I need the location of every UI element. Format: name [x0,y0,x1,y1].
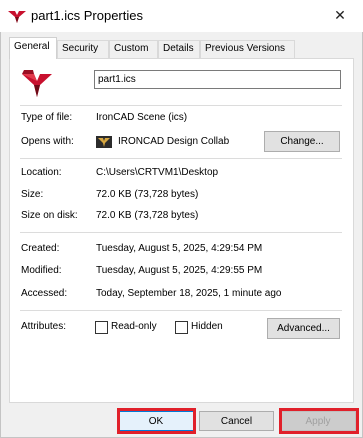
title-bar: part1.ics Properties ✕ [0,0,363,32]
location-value: C:\Users\CRTVM1\Desktop [96,167,219,178]
created-value: Tuesday, August 5, 2025, 4:29:54 PM [96,243,263,254]
type-of-file-label: Type of file: [21,112,73,123]
size-value: 72.0 KB (73,728 bytes) [96,189,199,200]
tab-general[interactable]: General [9,37,57,59]
size-label: Size: [21,189,44,200]
tab-custom[interactable]: Custom [109,40,158,58]
tab-previous-versions[interactable]: Previous Versions [200,40,295,58]
modified-value: Tuesday, August 5, 2025, 4:29:55 PM [96,265,263,276]
location-label: Location: [21,167,62,178]
general-panel [9,58,354,403]
ok-button[interactable]: OK [118,411,194,431]
change-button[interactable]: Change... [264,131,340,152]
read-only-checkbox[interactable] [95,321,108,334]
opens-with-value: IRONCAD Design Collab [118,136,230,147]
window-title: part1.ics Properties [31,8,143,23]
separator [20,158,342,159]
separator [20,105,342,106]
cancel-button[interactable]: Cancel [199,411,274,431]
file-name-input[interactable]: part1.ics [94,70,341,89]
ironcad-file-icon [22,70,52,97]
tab-details[interactable]: Details [158,40,200,58]
read-only-label[interactable]: Read-only [111,321,157,332]
advanced-button[interactable]: Advanced... [267,318,340,339]
type-of-file-value: IronCAD Scene (ics) [96,112,188,123]
ironcad-logo-icon [8,11,26,23]
close-icon[interactable]: ✕ [317,0,363,32]
apply-button[interactable]: Apply [280,411,356,431]
modified-label: Modified: [21,265,62,276]
created-label: Created: [21,243,60,254]
accessed-value: Today, September 18, 2025, 1 minute ago [96,288,282,299]
ironcad-app-icon [96,136,112,148]
hidden-checkbox[interactable] [175,321,188,334]
separator [20,232,342,233]
accessed-label: Accessed: [21,288,68,299]
separator [20,310,342,311]
opens-with-label: Opens with: [21,136,74,147]
tab-security[interactable]: Security [57,40,109,58]
size-on-disk-value: 72.0 KB (73,728 bytes) [96,210,199,221]
size-on-disk-label: Size on disk: [21,210,78,221]
attributes-label: Attributes: [21,321,67,332]
hidden-label[interactable]: Hidden [191,321,223,332]
